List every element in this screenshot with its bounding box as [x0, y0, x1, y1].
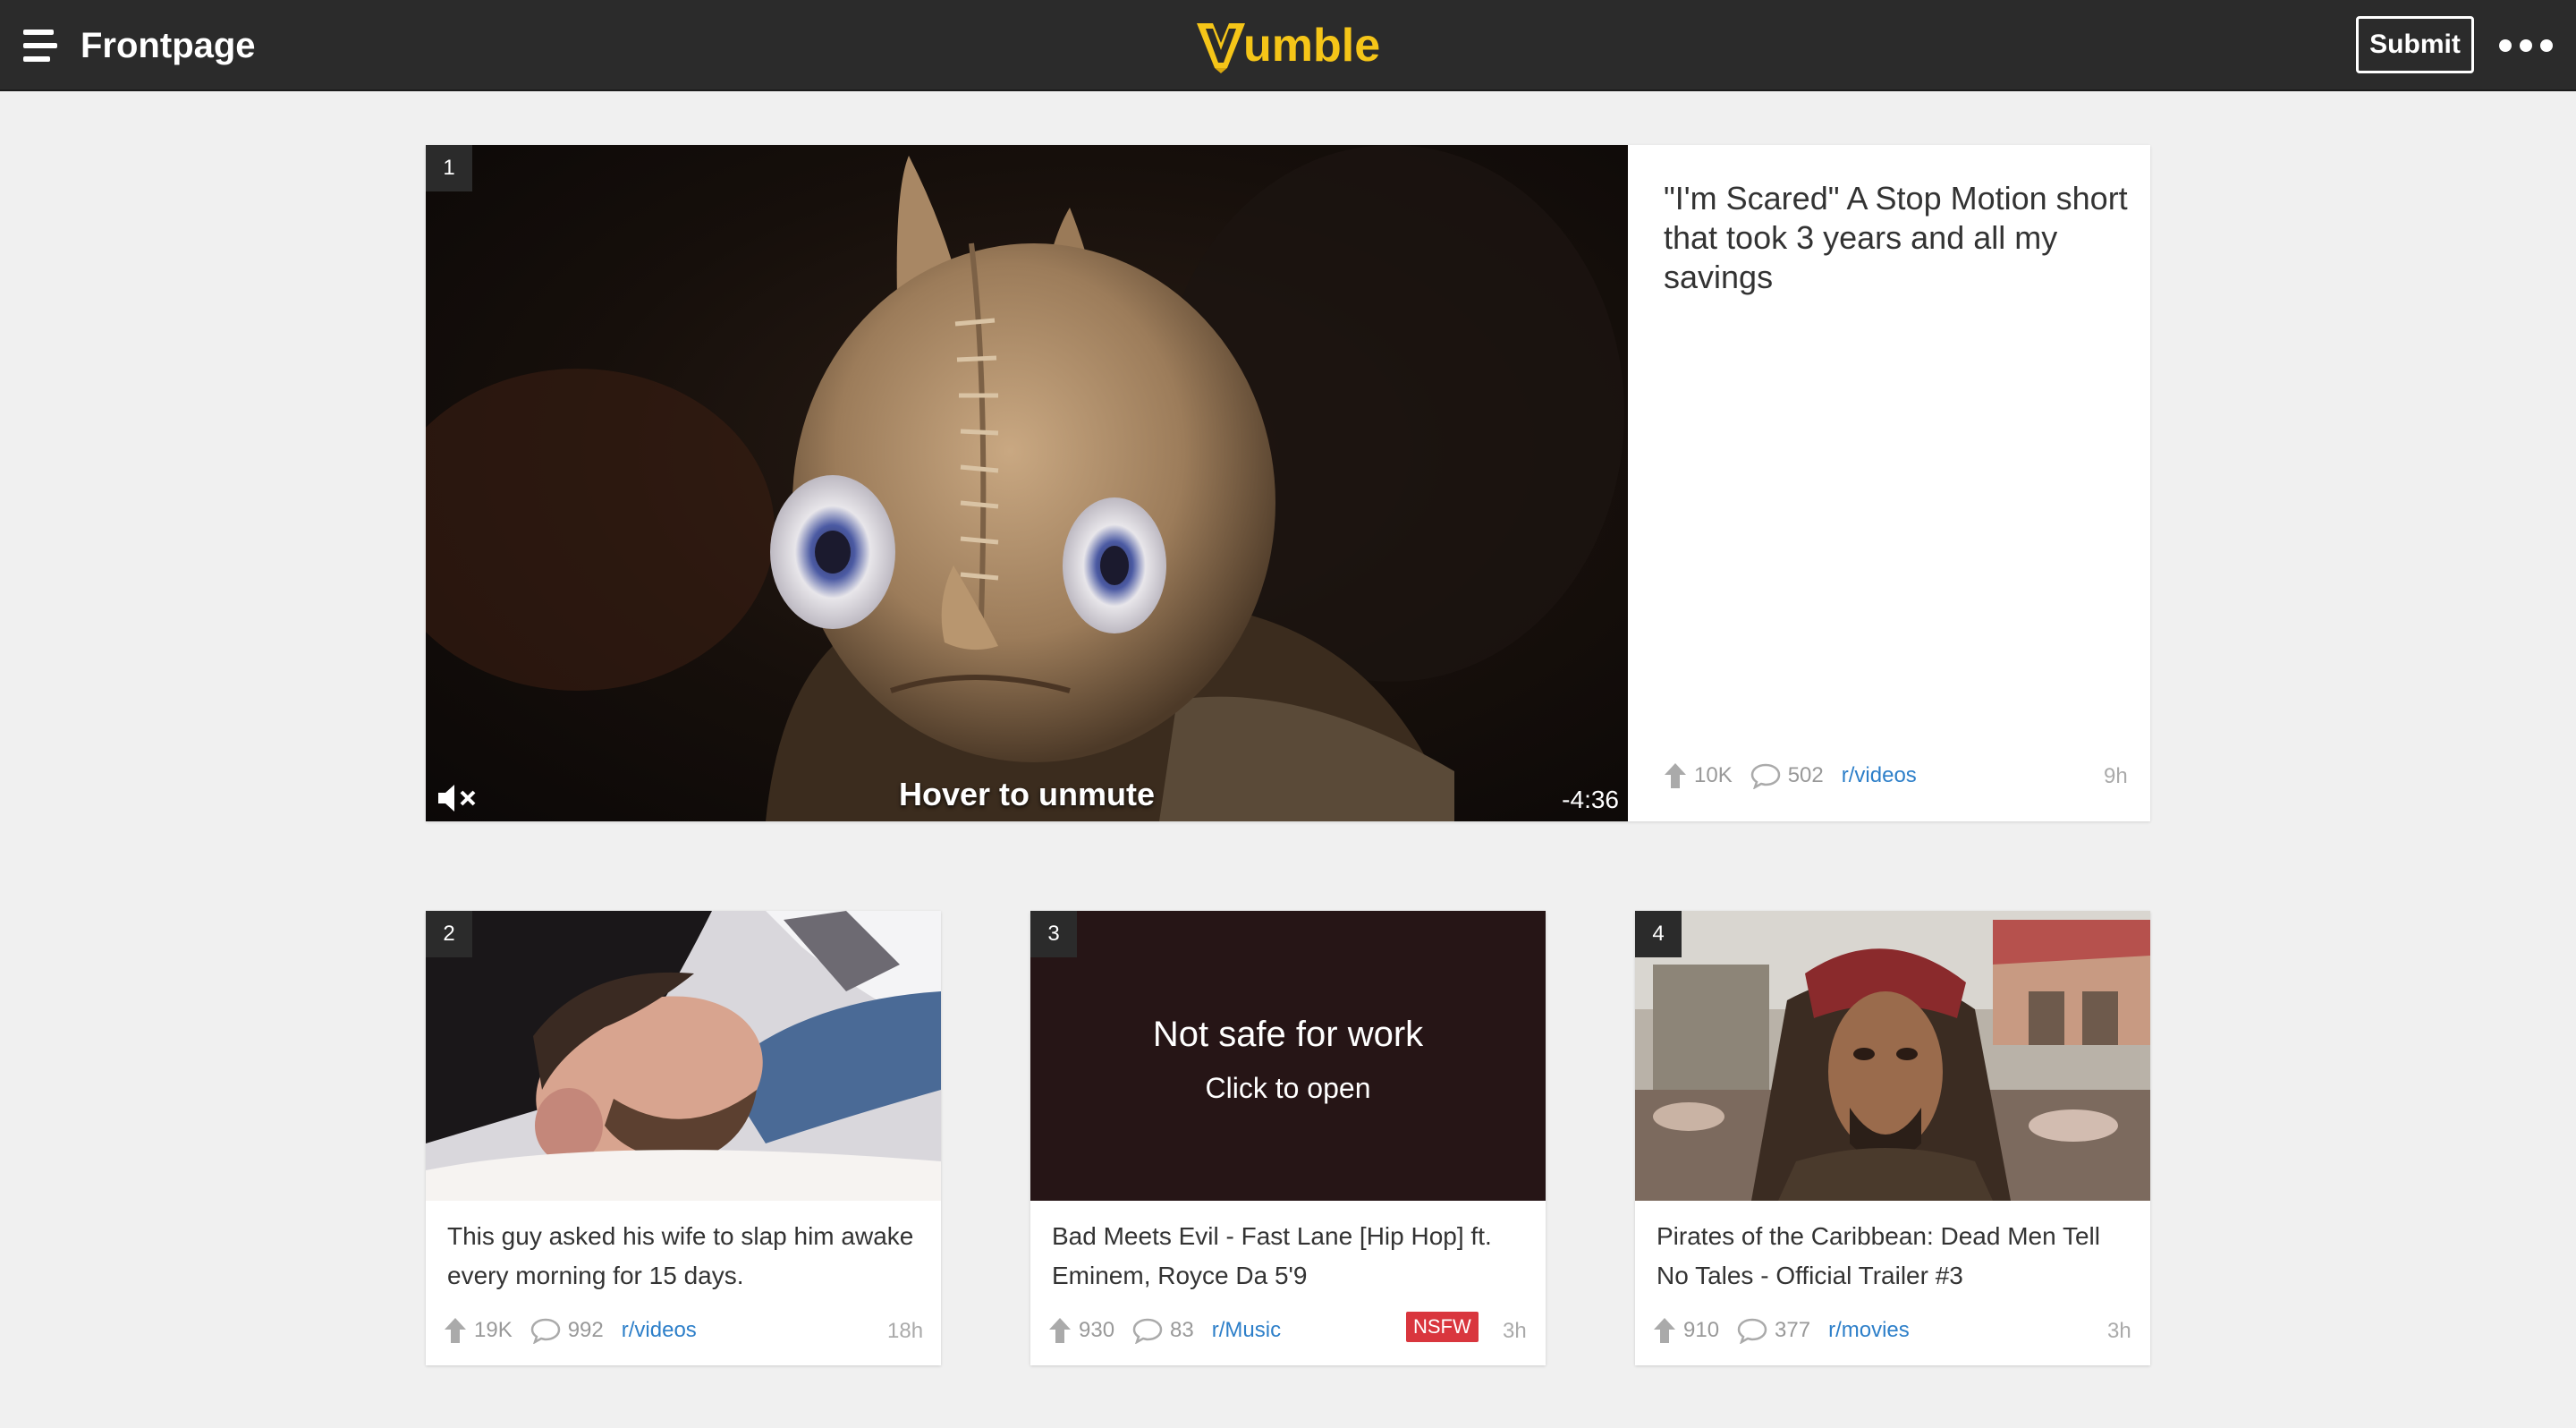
- comment-count: 83: [1170, 1318, 1194, 1342]
- upvote-arrow-icon[interactable]: [1664, 762, 1687, 789]
- logo-text: umble: [1243, 20, 1381, 72]
- hamburger-icon[interactable]: [23, 30, 57, 62]
- post-card[interactable]: 3 Not safe for work Click to open Bad Me…: [1030, 911, 1546, 1365]
- comment-icon[interactable]: [1132, 1317, 1163, 1344]
- post-title[interactable]: Bad Meets Evil - Fast Lane [Hip Hop] ft.…: [1052, 1217, 1526, 1296]
- post-meta: 19K 992 r/videos: [444, 1317, 697, 1344]
- video-frame: [426, 145, 1624, 821]
- upvote-count: 910: [1683, 1318, 1720, 1342]
- comment-icon[interactable]: [1737, 1317, 1767, 1344]
- upvote-count: 930: [1079, 1318, 1115, 1342]
- hover-to-unmute-label: Hover to unmute: [898, 776, 1155, 812]
- featured-post[interactable]: 1 Hover to unmute -4:36 "I'm Scared" A S…: [426, 145, 2150, 821]
- rank-badge: 2: [426, 911, 472, 957]
- post-card[interactable]: 4 Pirates of the Caribbean: Dead Men Tel…: [1635, 911, 2150, 1365]
- thumbnail-image: [426, 911, 941, 1201]
- thumbnail-image: [1635, 911, 2150, 1201]
- subreddit-link[interactable]: r/videos: [1842, 763, 1917, 788]
- submit-button[interactable]: Submit: [2356, 16, 2474, 73]
- site-logo[interactable]: umble: [1193, 16, 1380, 75]
- comment-count: 502: [1787, 763, 1824, 787]
- featured-info: "I'm Scared" A Stop Motion short that to…: [1628, 145, 2150, 821]
- rank-badge: 4: [1635, 911, 1682, 957]
- upvote-arrow-icon[interactable]: [444, 1317, 467, 1344]
- comment-icon[interactable]: [1750, 762, 1781, 789]
- post-title[interactable]: "I'm Scared" A Stop Motion short that to…: [1664, 179, 2129, 297]
- subreddit-link[interactable]: r/videos: [622, 1318, 697, 1343]
- post-meta: 930 83 r/Music: [1048, 1317, 1281, 1344]
- post-age: 9h: [2104, 764, 2128, 788]
- post-card[interactable]: 2 This guy asked his wife to slap him aw…: [426, 911, 941, 1365]
- post-meta: 10K 502 r/videos: [1664, 762, 1917, 789]
- post-age: 18h: [887, 1319, 924, 1343]
- upvote-arrow-icon[interactable]: [1048, 1317, 1072, 1344]
- page-title: Frontpage: [80, 26, 256, 65]
- more-icon[interactable]: [2499, 39, 2553, 52]
- video-player[interactable]: 1 Hover to unmute -4:36: [426, 145, 1628, 821]
- comment-count: 377: [1775, 1318, 1811, 1342]
- post-meta: 910 377 r/movies: [1653, 1317, 1910, 1344]
- top-bar: Frontpage umble Submit: [0, 0, 2576, 91]
- nsfw-click-to-open[interactable]: Click to open: [1030, 1072, 1546, 1105]
- nsfw-cover[interactable]: 3 Not safe for work Click to open: [1030, 911, 1546, 1201]
- post-thumbnail[interactable]: 4: [1635, 911, 2150, 1201]
- post-age: 3h: [2107, 1319, 2131, 1343]
- rank-badge: 1: [426, 145, 472, 191]
- post-age: 3h: [1503, 1319, 1527, 1343]
- rank-badge: 3: [1030, 911, 1077, 957]
- upvote-count: 19K: [474, 1318, 513, 1342]
- vumble-logo-icon: [1197, 23, 1245, 73]
- post-thumbnail[interactable]: 2: [426, 911, 941, 1201]
- post-title[interactable]: Pirates of the Caribbean: Dead Men Tell …: [1657, 1217, 2131, 1296]
- subreddit-link[interactable]: r/movies: [1828, 1318, 1910, 1343]
- comment-icon[interactable]: [530, 1317, 561, 1344]
- post-title[interactable]: This guy asked his wife to slap him awak…: [447, 1217, 921, 1296]
- subreddit-link[interactable]: r/Music: [1212, 1318, 1281, 1343]
- nsfw-heading: Not safe for work: [1152, 1015, 1424, 1054]
- nsfw-badge: NSFW: [1406, 1312, 1479, 1342]
- upvote-arrow-icon[interactable]: [1653, 1317, 1676, 1344]
- upvote-count: 10K: [1694, 763, 1733, 787]
- time-remaining: -4:36: [1562, 786, 1619, 813]
- comment-count: 992: [567, 1318, 604, 1342]
